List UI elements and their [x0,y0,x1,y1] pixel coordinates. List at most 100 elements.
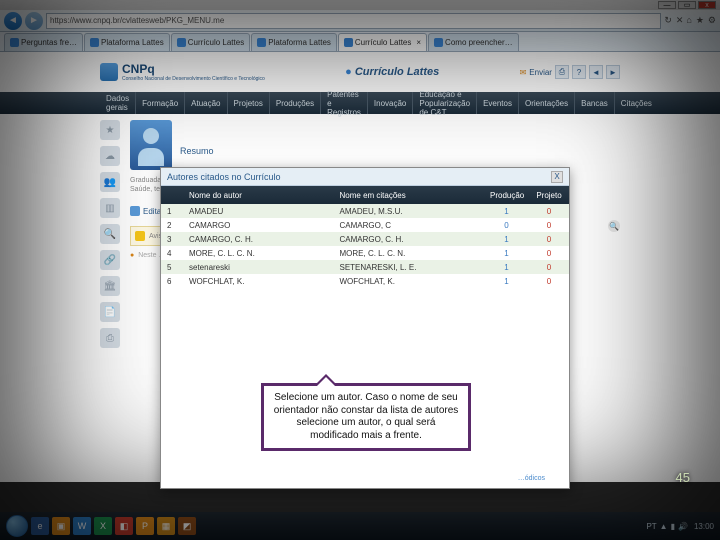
table-row[interactable]: 4MORE, C. L. C. N.MORE, C. L. C. N.10 [161,246,569,260]
cell-projeto[interactable]: 0 [529,207,569,216]
modal-title: Autores citados no Currículo [167,172,281,182]
tab-close-icon[interactable]: × [416,38,421,47]
cell-nome: AMADEU [183,207,334,216]
cell-num: 6 [161,277,183,286]
side-chat-icon[interactable]: ☁ [100,146,120,166]
side-star-icon[interactable]: ★ [100,120,120,140]
toolbar-help-button[interactable]: ? [572,65,586,79]
cell-projeto[interactable]: 0 [529,263,569,272]
cell-producao[interactable]: 1 [484,207,529,216]
toolbar-next-button[interactable]: ► [606,65,620,79]
tab-favicon [434,38,443,47]
window-close-button[interactable]: x [698,1,716,9]
taskbar-ie-icon[interactable]: e [31,517,49,535]
taskbar-app-icon[interactable]: ◧ [115,517,133,535]
cell-producao[interactable]: 1 [484,235,529,244]
side-link-icon[interactable]: 🔗 [100,250,120,270]
nav-orientacoes[interactable]: Orientações [519,92,575,114]
warning-icon [135,231,145,241]
cell-producao[interactable]: 0 [484,221,529,230]
cell-projeto[interactable]: 0 [529,235,569,244]
refresh-icon[interactable]: ↻ [664,15,672,26]
tab-curriculo-2[interactable]: Currículo Lattes× [338,33,427,51]
cell-projeto[interactable]: 0 [529,249,569,258]
nav-bancas[interactable]: Bancas [575,92,615,114]
table-row[interactable]: 6WOFCHLAT, K.WOFCHLAT, K.10 [161,274,569,288]
nav-producoes[interactable]: Produções [270,92,321,114]
th-projeto: Projeto [529,191,569,200]
nav-eventos[interactable]: Eventos [477,92,519,114]
cell-num: 3 [161,235,183,244]
side-toolbar: ★ ☁ 👥 ▥ 🔍 🔗 🏛 📄 ⎙ [100,120,124,476]
cell-num: 5 [161,263,183,272]
cell-producao[interactable]: 1 [484,249,529,258]
cnpq-logo[interactable]: CNPq Conselho Nacional de Desenvolviment… [100,62,265,82]
tab-label: Currículo Lattes [188,38,244,47]
tab-plataforma-2[interactable]: Plataforma Lattes [251,33,337,51]
url-input[interactable] [46,13,661,29]
tab-curriculo-1[interactable]: Currículo Lattes [171,33,250,51]
side-doc-icon[interactable]: 📄 [100,302,120,322]
taskbar-app2-icon[interactable]: ▦ [157,517,175,535]
modal-close-button[interactable]: X [551,171,563,183]
nav-projetos[interactable]: Projetos [228,92,270,114]
side-chart-icon[interactable]: ▥ [100,198,120,218]
cell-nome: setenareski [183,263,334,272]
taskbar-excel-icon[interactable]: X [94,517,112,535]
cnpq-logo-icon [100,63,118,81]
side-search-icon[interactable]: 🔍 [100,224,120,244]
cell-producao[interactable]: 1 [484,263,529,272]
taskbar-folder-icon[interactable]: ▣ [52,517,70,535]
nav-back-button[interactable]: ◄ [4,12,22,30]
tab-plataforma-1[interactable]: Plataforma Lattes [84,33,170,51]
taskbar-ppt-icon[interactable]: P [136,517,154,535]
window-maximize-button[interactable]: ▭ [678,1,696,9]
modal-footer-link[interactable]: …ódicos [518,475,545,482]
nav-patentes[interactable]: Patentes e Registros [321,92,368,114]
cell-projeto[interactable]: 0 [529,221,569,230]
nav-formacao[interactable]: Formação [136,92,185,114]
cell-num: 1 [161,207,183,216]
tab-favicon [10,38,19,47]
taskbar-clock[interactable]: 13:00 [694,522,714,531]
start-button[interactable] [6,515,28,537]
tray-lang[interactable]: PT [646,522,656,531]
nav-educacao[interactable]: Educação e Popularização de C&T [413,92,477,114]
tab-perguntas[interactable]: Perguntas fre… [4,33,83,51]
system-tray[interactable]: PT ▲ ▮ 🔊 [646,522,688,531]
taskbar-right: PT ▲ ▮ 🔊 13:00 [646,522,714,531]
right-search-icon[interactable]: 🔍 [608,220,620,232]
tools-icon[interactable]: ⚙ [708,15,716,26]
tab-favicon [90,38,99,47]
cell-projeto[interactable]: 0 [529,277,569,286]
instruction-callout: Selecione um autor. Caso o nome de seu o… [261,383,471,451]
side-group-icon[interactable]: 👥 [100,172,120,192]
tray-flag-icon[interactable]: ▲ [660,522,668,531]
table-row[interactable]: 2CAMARGOCAMARGO, C00 [161,218,569,232]
tray-sound-icon[interactable]: 🔊 [678,522,688,531]
side-building-icon[interactable]: 🏛 [100,276,120,296]
nav-atuacao[interactable]: Atuação [185,92,227,114]
taskbar-app3-icon[interactable]: ◩ [178,517,196,535]
cell-citacao: WOFCHLAT, K. [334,277,485,286]
table-row[interactable]: 5setenareskiSETENARESKI, L. E.10 [161,260,569,274]
nav-dados-gerais[interactable]: Dados gerais [100,92,136,114]
nav-inovacao[interactable]: Inovação [368,92,413,114]
cell-producao[interactable]: 1 [484,277,529,286]
taskbar-word-icon[interactable]: W [73,517,91,535]
nav-forward-button[interactable]: ► [25,12,43,30]
side-print-icon[interactable]: ⎙ [100,328,120,348]
tray-network-icon[interactable]: ▮ [671,522,675,531]
favorites-icon[interactable]: ★ [696,15,704,26]
toolbar-print-button[interactable]: ⎙ [555,65,569,79]
stop-icon[interactable]: ✕ [676,15,684,26]
enviar-button[interactable]: Enviar [529,68,552,77]
nav-citacoes[interactable]: Citações [615,92,658,114]
toolbar-prev-button[interactable]: ◄ [589,65,603,79]
avatar [130,120,172,170]
table-row[interactable]: 1AMADEUAMADEU, M.S.U.10 [161,204,569,218]
table-row[interactable]: 3CAMARGO, C. H.CAMARGO, C. H.10 [161,232,569,246]
tab-como-preencher[interactable]: Como preencher… [428,33,519,51]
home-icon[interactable]: ⌂ [686,15,691,26]
window-minimize-button[interactable]: — [658,1,676,9]
